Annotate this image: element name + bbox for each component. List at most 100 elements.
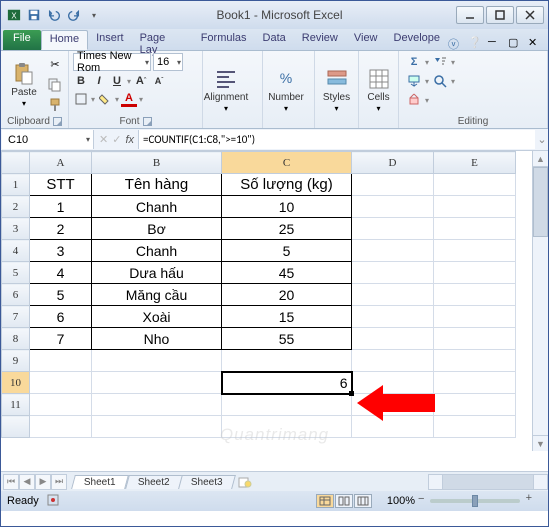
cell[interactable]: Chanh <box>92 196 222 218</box>
tab-data[interactable]: Data <box>255 30 294 50</box>
cell[interactable]: Bơ <box>92 218 222 240</box>
row-header[interactable]: 3 <box>2 218 30 240</box>
next-sheet-icon[interactable]: ▶ <box>35 474 51 490</box>
page-break-view-icon[interactable] <box>354 494 372 508</box>
font-size-combo[interactable]: 16 <box>153 53 183 71</box>
clipboard-dialog-launcher[interactable] <box>53 117 62 126</box>
help-icon[interactable]: ❔ <box>468 36 482 50</box>
fill-icon[interactable] <box>405 72 423 90</box>
maximize-button[interactable] <box>486 6 514 24</box>
row-header[interactable]: 11 <box>2 394 30 416</box>
italic-button[interactable]: I <box>91 73 107 89</box>
decrease-font-icon[interactable]: Aˇ <box>151 73 167 89</box>
clear-icon[interactable] <box>405 91 423 109</box>
cell[interactable] <box>434 394 516 416</box>
font-dialog-launcher[interactable] <box>143 117 152 126</box>
cell[interactable]: 10 <box>222 196 352 218</box>
cell[interactable] <box>434 328 516 350</box>
cell[interactable]: 1 <box>30 196 92 218</box>
increase-font-icon[interactable]: Aˆ <box>133 73 149 89</box>
first-sheet-icon[interactable]: ⏮ <box>3 474 19 490</box>
cell[interactable]: STT <box>30 174 92 196</box>
cell[interactable]: Số lượng (kg) <box>222 174 352 196</box>
cell[interactable]: 3 <box>30 240 92 262</box>
cell[interactable]: 6 <box>30 306 92 328</box>
cell[interactable]: 4 <box>30 262 92 284</box>
minimize-ribbon-icon[interactable]: ⓥ <box>448 36 462 50</box>
cut-icon[interactable]: ✂ <box>46 56 64 74</box>
cell[interactable] <box>434 174 516 196</box>
enter-formula-icon[interactable]: ✓ <box>112 133 121 146</box>
col-header[interactable]: D <box>352 152 434 174</box>
tab-home[interactable]: Home <box>41 30 88 50</box>
row-header[interactable]: 8 <box>2 328 30 350</box>
alignment-button[interactable]: Alignment ▾ <box>207 67 245 113</box>
styles-button[interactable]: Styles ▾ <box>319 67 354 113</box>
cell[interactable]: 5 <box>222 240 352 262</box>
formula-input[interactable]: =COUNTIF(C1:C8,">=10") <box>138 130 535 149</box>
cell[interactable] <box>30 416 92 438</box>
cell[interactable] <box>352 196 434 218</box>
zoom-thumb[interactable] <box>472 495 478 507</box>
sheet-tab[interactable]: Sheet1 <box>71 475 128 489</box>
zoom-label[interactable]: 100% <box>380 495 422 507</box>
row-header[interactable]: 5 <box>2 262 30 284</box>
cell[interactable] <box>92 372 222 394</box>
bold-button[interactable]: B <box>73 73 89 89</box>
sort-filter-icon[interactable] <box>431 53 449 71</box>
cell[interactable] <box>92 416 222 438</box>
cell[interactable]: Nho <box>92 328 222 350</box>
normal-view-icon[interactable] <box>316 494 334 508</box>
scroll-left-icon[interactable] <box>429 475 443 489</box>
row-header[interactable]: 6 <box>2 284 30 306</box>
cell[interactable] <box>434 284 516 306</box>
col-header[interactable]: E <box>434 152 516 174</box>
tab-insert[interactable]: Insert <box>88 30 132 50</box>
cell[interactable]: 2 <box>30 218 92 240</box>
cell[interactable] <box>222 416 352 438</box>
cell[interactable]: Xoài <box>92 306 222 328</box>
cells-button[interactable]: Cells ▾ <box>363 67 394 113</box>
cancel-formula-icon[interactable]: ✕ <box>99 133 108 146</box>
sheet-tab[interactable]: Sheet3 <box>179 475 236 489</box>
border-icon[interactable] <box>73 91 89 107</box>
cell[interactable] <box>434 240 516 262</box>
tab-developer[interactable]: Develope <box>386 30 448 50</box>
cell[interactable]: 55 <box>222 328 352 350</box>
row-header[interactable] <box>2 416 30 438</box>
cell[interactable] <box>352 262 434 284</box>
cell[interactable] <box>352 218 434 240</box>
cell[interactable] <box>30 394 92 416</box>
paste-button[interactable]: Paste ▾ <box>5 62 43 108</box>
last-sheet-icon[interactable]: ⏭ <box>51 474 67 490</box>
vertical-scrollbar[interactable]: ▲ ▼ <box>532 151 548 451</box>
cell[interactable] <box>222 394 352 416</box>
cell[interactable] <box>434 372 516 394</box>
hscroll-thumb[interactable] <box>443 475 533 489</box>
scroll-down-icon[interactable]: ▼ <box>533 435 548 451</box>
fill-color-icon[interactable] <box>97 91 113 107</box>
col-header[interactable]: B <box>92 152 222 174</box>
cell[interactable] <box>434 218 516 240</box>
macro-record-icon[interactable] <box>47 494 59 509</box>
cell[interactable] <box>352 240 434 262</box>
tab-file[interactable]: File <box>3 30 41 50</box>
cell[interactable] <box>434 196 516 218</box>
tab-formulas[interactable]: Formulas <box>193 30 255 50</box>
cell[interactable]: 15 <box>222 306 352 328</box>
cell[interactable] <box>352 328 434 350</box>
row-header[interactable]: 4 <box>2 240 30 262</box>
sheet-tab[interactable]: Sheet2 <box>125 475 182 489</box>
cell[interactable]: 7 <box>30 328 92 350</box>
qat-dropdown-icon[interactable]: ▾ <box>85 6 103 24</box>
find-select-icon[interactable] <box>431 72 449 90</box>
tab-review[interactable]: Review <box>294 30 346 50</box>
font-name-combo[interactable]: Times New Rom <box>73 53 151 71</box>
minimize-button[interactable] <box>456 6 484 24</box>
cell[interactable] <box>352 174 434 196</box>
workbook-close-icon[interactable]: ✕ <box>528 36 542 50</box>
cell[interactable] <box>92 394 222 416</box>
workbook-minimize-icon[interactable]: ─ <box>488 36 502 50</box>
cell[interactable] <box>352 306 434 328</box>
horizontal-scrollbar[interactable] <box>428 474 548 490</box>
